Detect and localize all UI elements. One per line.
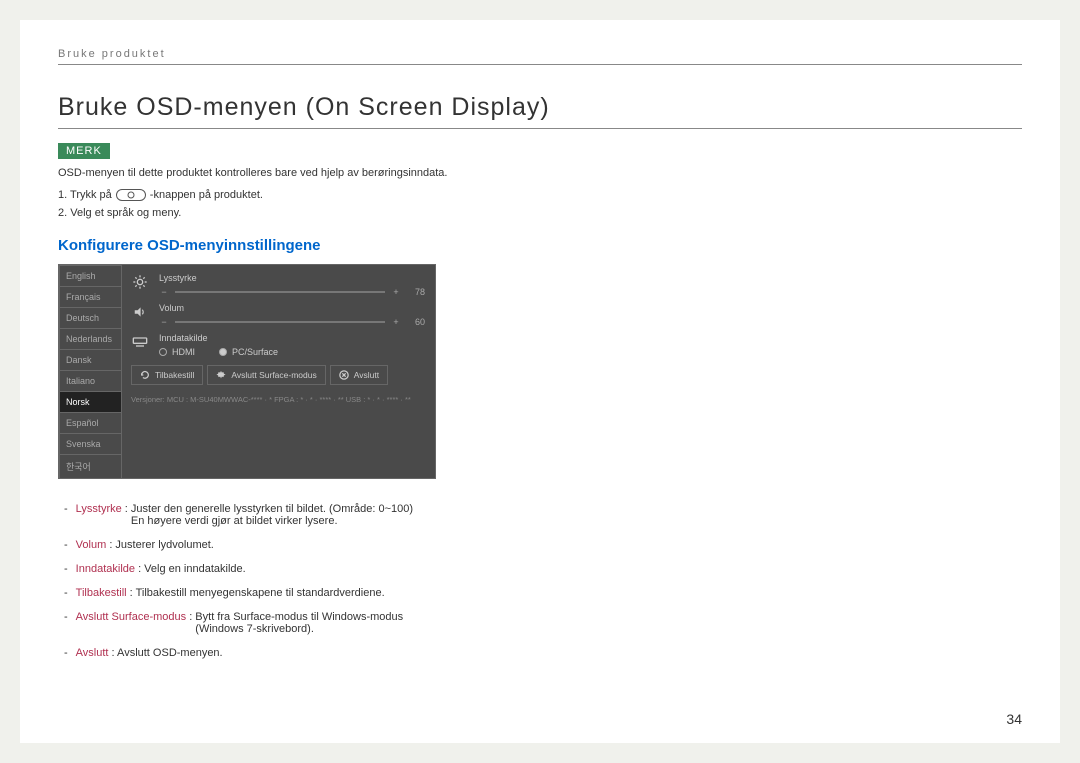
description-body: Volum : Justerer lydvolumet. xyxy=(76,539,1022,551)
reset-icon xyxy=(140,370,150,380)
language-item[interactable]: Norsk xyxy=(59,391,122,413)
step-1-text-b: -knappen på produktet. xyxy=(150,189,263,201)
steps-list: 1. Trykk på -knappen på produktet. 2. Ve… xyxy=(58,189,1022,219)
radio-icon xyxy=(159,348,167,356)
description-body: Avslutt Surface-modus : Bytt fra Surface… xyxy=(76,611,1022,635)
step-2: 2. Velg et språk og meny. xyxy=(58,207,1022,219)
language-item[interactable]: Svenska xyxy=(59,433,122,455)
dash: - xyxy=(64,647,68,659)
description-body: Avslutt : Avslutt OSD-menyen. xyxy=(76,647,1022,659)
description-term: Tilbakestill xyxy=(76,587,130,599)
close-icon xyxy=(339,370,349,380)
volume-value: 60 xyxy=(407,317,425,327)
volume-row: Volum − + 60 xyxy=(131,303,425,327)
minus-icon[interactable]: − xyxy=(159,287,169,297)
volume-slider[interactable]: − + 60 xyxy=(159,317,425,327)
plus-icon[interactable]: + xyxy=(391,317,401,327)
radio-icon xyxy=(219,348,227,356)
version-text: Versjoner: MCU : M-SU40MWWAC-**** · * FP… xyxy=(131,395,425,404)
input-label: Inndatakilde xyxy=(159,333,425,343)
osd-button-row: Tilbakestill Avslutt Surface-modus Avslu… xyxy=(131,365,425,385)
brightness-row: Lysstyrke − + 78 xyxy=(131,273,425,297)
description-item: -Tilbakestill : Tilbakestill menyegenska… xyxy=(58,587,1022,599)
language-item[interactable]: Español xyxy=(59,412,122,434)
osd-controls: Lysstyrke − + 78 Volum − xyxy=(121,265,435,478)
reset-button[interactable]: Tilbakestill xyxy=(131,365,203,385)
brightness-slider[interactable]: − + 78 xyxy=(159,287,425,297)
description-body: Lysstyrke : Juster den generelle lysstyr… xyxy=(76,503,1022,527)
page-title: Bruke OSD-menyen (On Screen Display) xyxy=(58,93,1022,129)
language-item[interactable]: 한국어 xyxy=(59,454,122,479)
description-term: Avslutt Surface-modus xyxy=(76,611,190,623)
input-icon xyxy=(131,333,149,351)
input-row: Inndatakilde HDMI PC/Surface xyxy=(131,333,425,357)
description-list: -Lysstyrke : Juster den generelle lyssty… xyxy=(58,503,1022,659)
description-term: Avslutt xyxy=(76,647,112,659)
description-item: -Lysstyrke : Juster den generelle lyssty… xyxy=(58,503,1022,527)
brightness-value: 78 xyxy=(407,287,425,297)
input-pcsurface[interactable]: PC/Surface xyxy=(219,347,278,357)
description-body: Inndatakilde : Velg en inndatakilde. xyxy=(76,563,1022,575)
language-item[interactable]: Italiano xyxy=(59,370,122,392)
slider-track[interactable] xyxy=(175,291,385,293)
description-term: Inndatakilde xyxy=(76,563,138,575)
language-list: EnglishFrançaisDeutschNederlandsDanskIta… xyxy=(59,265,121,478)
dash: - xyxy=(64,539,68,551)
description-item: -Avslutt Surface-modus : Bytt fra Surfac… xyxy=(58,611,1022,635)
description-item: -Volum : Justerer lydvolumet. xyxy=(58,539,1022,551)
dash: - xyxy=(64,563,68,575)
minus-icon[interactable]: − xyxy=(159,317,169,327)
exit-label: Avslutt xyxy=(354,370,379,380)
input-hdmi-label: HDMI xyxy=(172,347,195,357)
volume-label: Volum xyxy=(159,303,425,313)
osd-screenshot: EnglishFrançaisDeutschNederlandsDanskIta… xyxy=(58,264,436,479)
brightness-label: Lysstyrke xyxy=(159,273,425,283)
description-item: -Avslutt : Avslutt OSD-menyen. xyxy=(58,647,1022,659)
dash: - xyxy=(64,611,68,635)
language-item[interactable]: English xyxy=(59,265,122,287)
input-pcsurface-label: PC/Surface xyxy=(232,347,278,357)
brightness-icon xyxy=(131,273,149,291)
exit-button[interactable]: Avslutt xyxy=(330,365,388,385)
note-badge: MERK xyxy=(58,143,110,159)
section-header: Bruke produktet xyxy=(58,48,1022,65)
description-term: Volum xyxy=(76,539,110,551)
description-body: Tilbakestill : Tilbakestill menyegenskap… xyxy=(76,587,1022,599)
language-item[interactable]: Dansk xyxy=(59,349,122,371)
step-1: 1. Trykk på -knappen på produktet. xyxy=(58,189,1022,201)
dash: - xyxy=(64,503,68,527)
input-hdmi[interactable]: HDMI xyxy=(159,347,195,357)
exit-surface-button[interactable]: Avslutt Surface-modus xyxy=(207,365,325,385)
language-item[interactable]: Nederlands xyxy=(59,328,122,350)
gear-icon xyxy=(216,370,226,380)
language-item[interactable]: Deutsch xyxy=(59,307,122,329)
description-term: Lysstyrke xyxy=(76,503,125,515)
slider-track[interactable] xyxy=(175,321,385,323)
volume-icon xyxy=(131,303,149,321)
document-page: Bruke produktet Bruke OSD-menyen (On Scr… xyxy=(20,20,1060,743)
reset-label: Tilbakestill xyxy=(155,370,194,380)
subsection-heading: Konfigurere OSD-menyinnstillingene xyxy=(58,237,1022,254)
dash: - xyxy=(64,587,68,599)
product-button-icon xyxy=(116,189,146,201)
description-item: -Inndatakilde : Velg en inndatakilde. xyxy=(58,563,1022,575)
exit-surface-label: Avslutt Surface-modus xyxy=(231,370,316,380)
language-item[interactable]: Français xyxy=(59,286,122,308)
note-text: OSD-menyen til dette produktet kontrolle… xyxy=(58,167,1022,179)
step-1-text-a: 1. Trykk på xyxy=(58,189,112,201)
plus-icon[interactable]: + xyxy=(391,287,401,297)
page-number: 34 xyxy=(1006,711,1022,727)
